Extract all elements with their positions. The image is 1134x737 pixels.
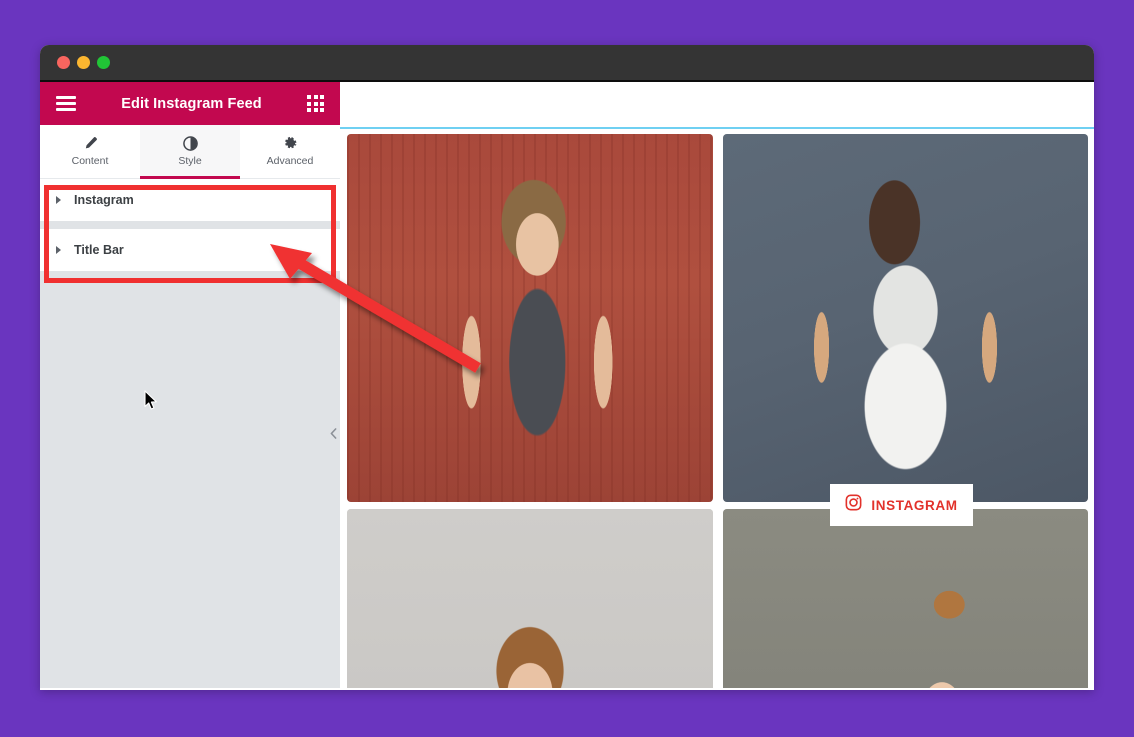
instagram-camera-icon <box>845 494 862 516</box>
chevron-left-icon[interactable] <box>326 416 340 452</box>
caret-right-icon <box>56 196 61 204</box>
section-title-bar[interactable]: Title Bar <box>40 229 340 271</box>
panel-tabs: Content Style Advanced <box>40 125 340 179</box>
window-minimize-button[interactable] <box>77 56 90 69</box>
photo-image <box>722 134 1088 502</box>
arrow-cursor <box>144 390 159 417</box>
section-instagram-label: Instagram <box>74 193 134 207</box>
panel-header: Edit Instagram Feed <box>40 82 340 125</box>
caret-right-icon <box>56 246 61 254</box>
window-close-button[interactable] <box>57 56 70 69</box>
page-title: Edit Instagram Feed <box>121 95 262 112</box>
window-titlebar <box>40 45 1094 82</box>
tab-advanced[interactable]: Advanced <box>240 125 340 178</box>
instagram-badge-label: INSTAGRAM <box>871 497 958 513</box>
instagram-feed-grid: INSTAGRAM <box>340 129 1094 688</box>
tab-advanced-label: Advanced <box>266 155 314 167</box>
hamburger-icon[interactable] <box>56 96 76 111</box>
section-divider <box>40 221 340 229</box>
editor-panel: Edit Instagram Feed Content Style Advanc… <box>40 82 340 688</box>
photo-image <box>347 509 713 688</box>
gear-icon <box>283 136 298 151</box>
window-body: Edit Instagram Feed Content Style Advanc… <box>40 82 1094 688</box>
pencil-icon <box>83 136 98 151</box>
section-title-bar-label: Title Bar <box>74 243 124 257</box>
contrast-icon <box>182 136 198 151</box>
section-instagram[interactable]: Instagram <box>40 179 340 221</box>
preview-canvas: INSTAGRAM <box>340 82 1094 688</box>
feed-photo[interactable] <box>347 509 713 688</box>
feed-photo[interactable] <box>722 509 1088 688</box>
photo-image <box>347 134 713 502</box>
photo-image <box>722 509 1088 688</box>
panel-content: Instagram Title Bar <box>40 179 340 688</box>
tab-content[interactable]: Content <box>40 125 140 178</box>
canvas-toolbar-area <box>340 82 1094 129</box>
feed-photo[interactable] <box>347 134 713 502</box>
feed-photo[interactable] <box>722 134 1088 502</box>
tab-style[interactable]: Style <box>140 125 240 179</box>
window-maximize-button[interactable] <box>97 56 110 69</box>
instagram-badge[interactable]: INSTAGRAM <box>830 484 973 526</box>
browser-window: Edit Instagram Feed Content Style Advanc… <box>40 45 1094 690</box>
apps-grid-icon[interactable] <box>307 95 324 112</box>
tab-style-label: Style <box>178 155 202 167</box>
tab-content-label: Content <box>71 155 109 167</box>
